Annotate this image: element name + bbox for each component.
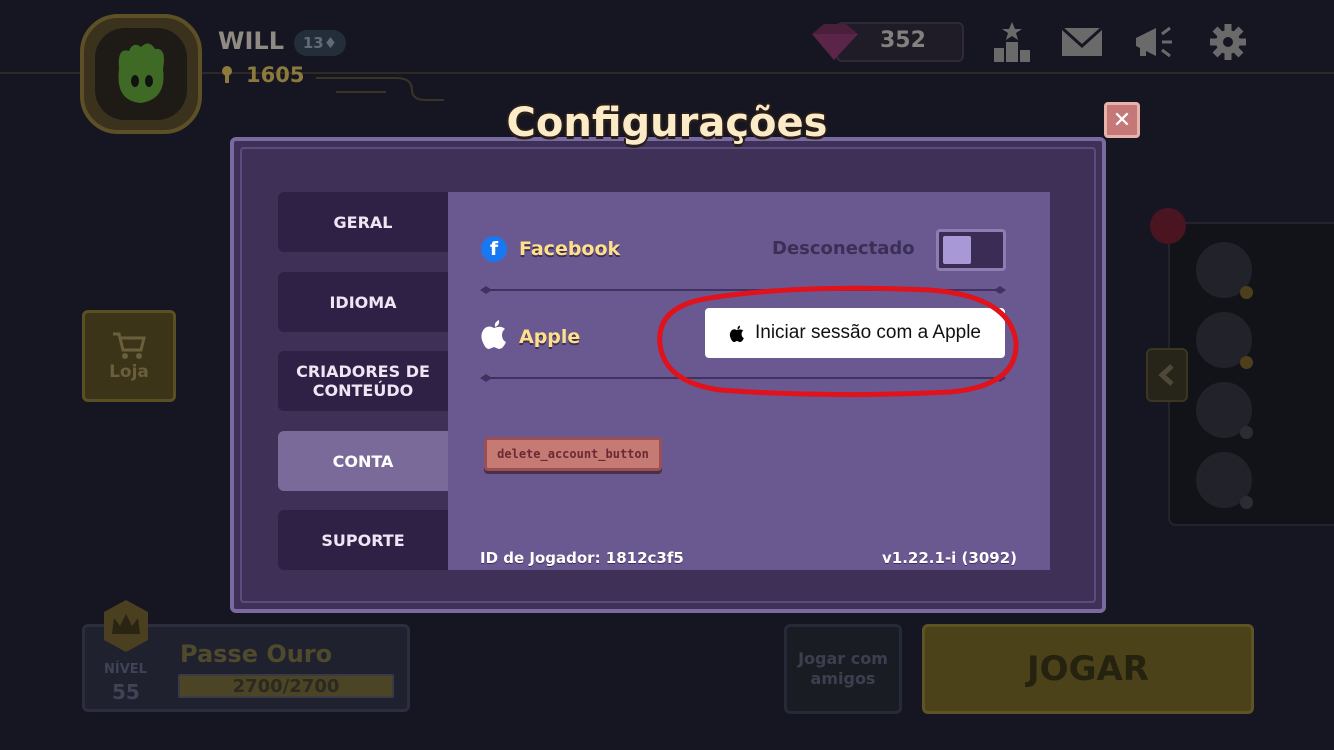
- tab-idioma[interactable]: IDIOMA: [278, 272, 448, 332]
- tab-conta[interactable]: CONTA: [278, 431, 448, 491]
- player-avatar[interactable]: [80, 14, 202, 134]
- tab-suporte[interactable]: SUPORTE: [278, 510, 448, 570]
- chevron-left-icon: [1158, 364, 1174, 386]
- toggle-knob: [943, 236, 971, 264]
- facebook-connect-toggle[interactable]: [936, 229, 1006, 271]
- slot-3-badge: [1240, 426, 1253, 439]
- slot-4-badge: [1240, 496, 1253, 509]
- notification-dot: [1150, 208, 1186, 244]
- player-level-value: 13: [302, 34, 324, 52]
- pass-progress-bar: 2700/2700: [178, 674, 394, 698]
- row-divider: [480, 374, 1006, 382]
- tab-criadores[interactable]: CRIADORES DE CONTEÚDO: [278, 351, 448, 411]
- player-level-chip: 13 ♦: [294, 30, 346, 56]
- ranking-icon[interactable]: [988, 20, 1036, 64]
- mail-icon[interactable]: [1058, 20, 1106, 64]
- trophy-count: 1605: [246, 63, 305, 87]
- slot-1-badge: [1240, 286, 1253, 299]
- close-icon: ✕: [1112, 107, 1132, 133]
- close-button[interactable]: ✕: [1104, 102, 1140, 138]
- settings-gear-icon[interactable]: [1204, 20, 1252, 64]
- pass-level-number: 55: [112, 680, 140, 704]
- modal-title: Configurações: [506, 100, 828, 146]
- apple-logo-icon: [729, 325, 744, 342]
- sign-in-with-apple-button[interactable]: Iniciar sessão com a Apple: [705, 308, 1005, 358]
- row-divider: [480, 286, 1006, 294]
- apple-button-label: Iniciar sessão com a Apple: [754, 322, 981, 343]
- app-version: v1.22.1-i (3092): [882, 549, 1017, 567]
- delete-account-button[interactable]: delete_account_button: [484, 437, 662, 471]
- collapse-arrow-button[interactable]: [1146, 348, 1188, 402]
- trophy-icon: [222, 66, 232, 83]
- play-with-friends-button[interactable]: Jogar com amigos: [784, 624, 902, 714]
- player-id: ID de Jogador: 1812c3f5: [480, 549, 684, 567]
- apple-label: Apple: [519, 326, 581, 348]
- announcement-icon[interactable]: [1130, 20, 1178, 64]
- play-button[interactable]: JOGAR: [922, 624, 1254, 714]
- chip-diamond-icon: ♦: [323, 34, 338, 52]
- gem-count: 352: [880, 28, 926, 53]
- shop-label: Loja: [109, 362, 149, 382]
- player-name: WILL: [218, 27, 284, 55]
- shopping-cart-icon: [113, 332, 146, 359]
- character-icon: [118, 43, 164, 103]
- slot-2-badge: [1240, 356, 1253, 369]
- crown-icon: [104, 600, 148, 652]
- facebook-icon: f: [481, 236, 507, 262]
- apple-icon: [481, 320, 506, 349]
- shop-button[interactable]: Loja: [82, 310, 176, 402]
- gem-icon: [812, 24, 858, 60]
- facebook-status: Desconectado: [772, 238, 915, 259]
- pass-level-label: NÍVEL: [104, 662, 147, 677]
- tab-geral[interactable]: GERAL: [278, 192, 448, 252]
- facebook-label: Facebook: [519, 238, 621, 260]
- pass-title: Passe Ouro: [180, 640, 333, 668]
- pass-progress-text: 2700/2700: [232, 675, 340, 697]
